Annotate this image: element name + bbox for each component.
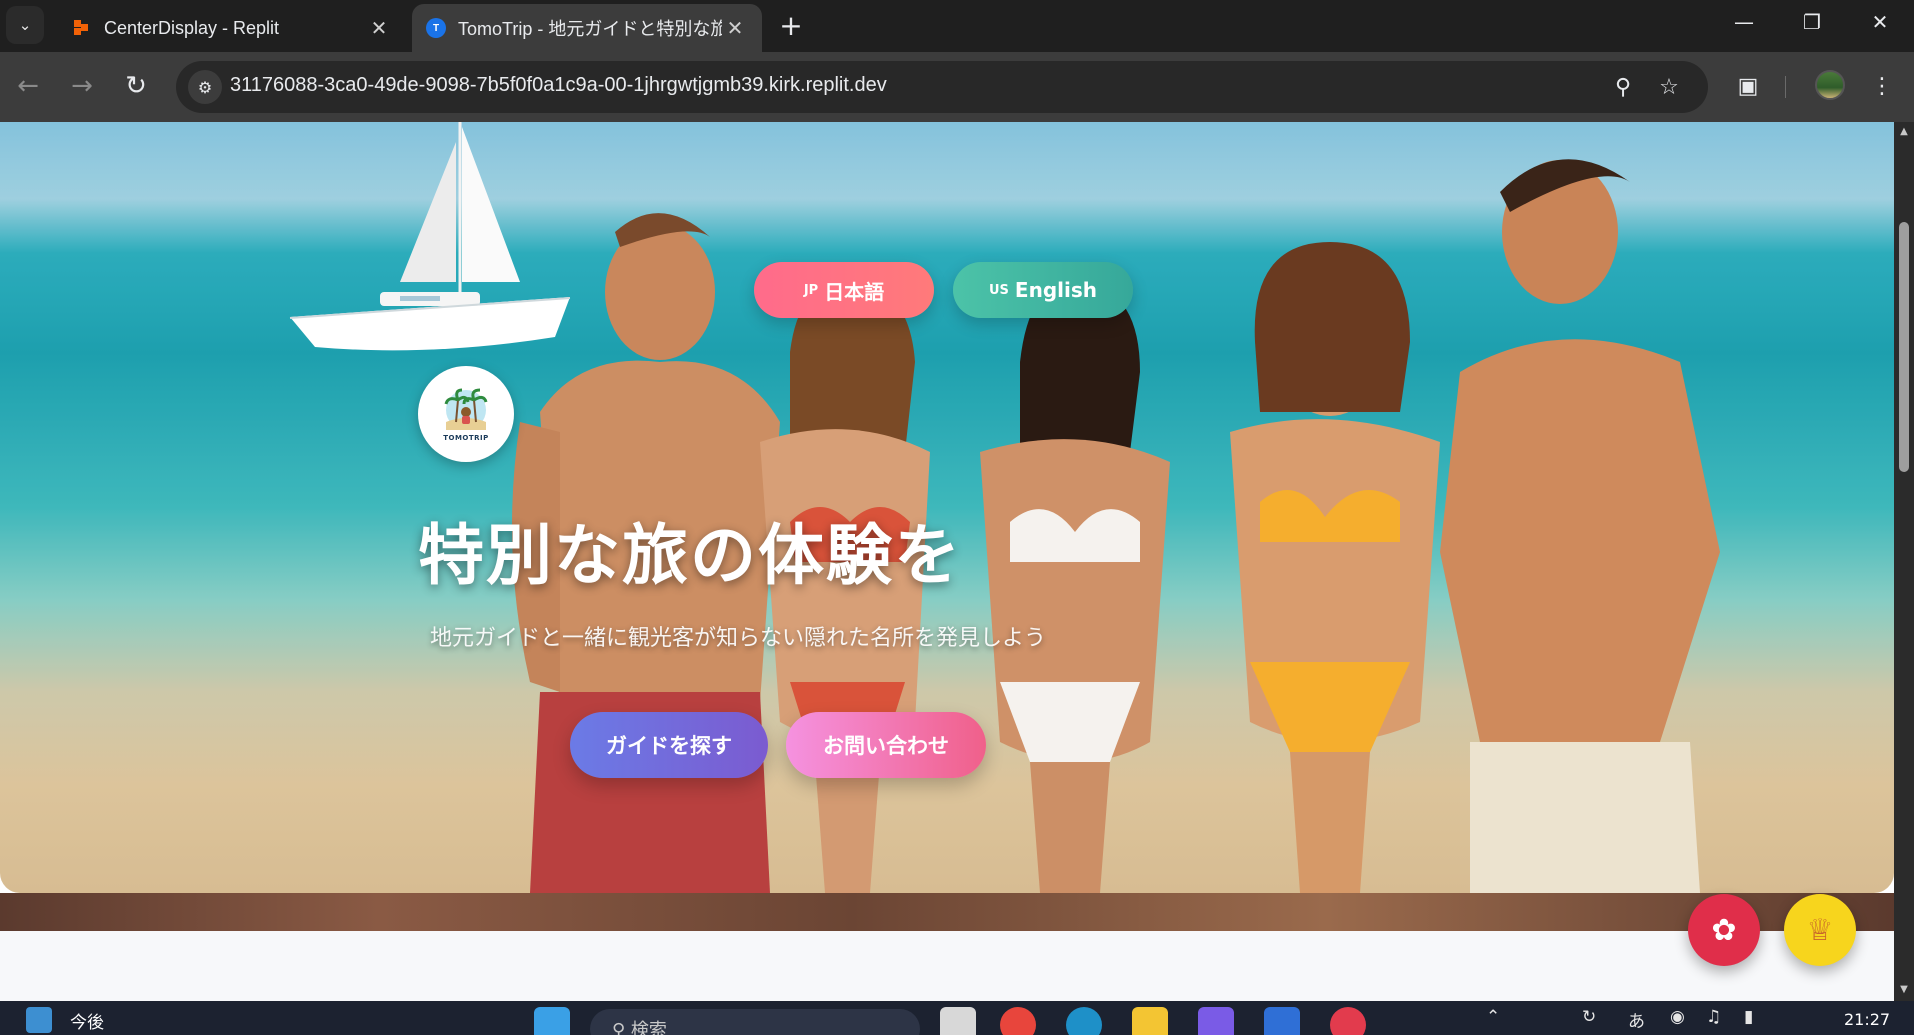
forward-button[interactable]: → — [62, 66, 102, 106]
page-content-start — [0, 931, 1894, 1001]
search-placeholder: 検索 — [630, 1020, 667, 1035]
widgets-button[interactable]: 今後 — [26, 1007, 104, 1033]
close-icon: ✕ — [1871, 10, 1889, 34]
pinned-app-icon[interactable] — [1330, 1007, 1366, 1035]
restore-button[interactable]: ❐ — [1778, 0, 1846, 44]
palm-tree-icon — [444, 388, 488, 430]
taskbar-clock[interactable]: 21:27 — [1844, 1010, 1890, 1029]
tray-chevron-icon[interactable]: ⌃ — [1486, 1007, 1500, 1027]
volume-icon[interactable]: ♫ — [1706, 1007, 1721, 1027]
tomotrip-logo[interactable]: TOMOTRIP — [418, 366, 514, 462]
site-info-icon[interactable]: ⚙ — [188, 70, 222, 104]
reload-button[interactable]: ↻ — [116, 66, 156, 106]
gear-icon: ✿ — [1711, 912, 1737, 948]
page-viewport: JP 日本語 US English TOMOTRIP 特別な旅の体験を 地元ガイ… — [0, 122, 1894, 1001]
language-japanese-button[interactable]: JP 日本語 — [754, 262, 934, 318]
widget-icon — [26, 1007, 52, 1033]
trophy-fab-button[interactable]: ♕ — [1784, 894, 1856, 966]
restore-icon: ❐ — [1803, 10, 1821, 34]
browser-tab-replit[interactable]: CenterDisplay - Replit ✕ — [56, 4, 406, 52]
new-tab-button[interactable]: + — [774, 8, 808, 42]
file-explorer-icon[interactable] — [1132, 1007, 1168, 1035]
browser-toolbar: ← → ↻ ⚙ 31176088-3ca0-49de-9098-7b5f0f0a… — [0, 52, 1914, 122]
vscode-icon[interactable] — [1264, 1007, 1300, 1035]
task-view-icon[interactable] — [940, 1007, 976, 1035]
browser-tab-tomotrip[interactable]: T TomoTrip - 地元ガイドと特別な旅 ✕ — [412, 4, 762, 52]
hero-image-strip — [0, 893, 1894, 931]
profile-avatar[interactable] — [1815, 70, 1845, 100]
trophy-icon: ♕ — [1806, 912, 1834, 948]
copilot-icon[interactable] — [1198, 1007, 1234, 1035]
scrollbar-thumb[interactable] — [1899, 222, 1909, 472]
close-tab-icon[interactable]: ✕ — [722, 16, 748, 41]
logo-text: TOMOTRIP — [443, 434, 489, 442]
arrow-right-icon: → — [71, 71, 93, 101]
hero-section: JP 日本語 US English TOMOTRIP 特別な旅の体験を 地元ガイ… — [0, 122, 1894, 893]
minimize-button[interactable]: — — [1710, 0, 1778, 44]
wifi-icon[interactable]: ◉ — [1670, 1007, 1685, 1027]
minimize-icon: — — [1734, 10, 1754, 34]
scroll-up-icon[interactable]: ▲ — [1898, 126, 1910, 138]
tab-title: CenterDisplay - Replit — [104, 17, 280, 38]
tab-search-button[interactable]: ⌄ — [6, 6, 44, 44]
close-window-button[interactable]: ✕ — [1846, 0, 1914, 44]
taskbar-search[interactable]: ⚲ 検索 — [590, 1009, 920, 1035]
us-flag-icon: US — [989, 282, 1009, 298]
windows-taskbar: 今後 ⚲ 検索 ⌃ ↻ あ ◉ ♫ ▮ 21:27 — [0, 1001, 1914, 1035]
reload-icon: ↻ — [125, 71, 147, 101]
chevron-down-icon: ⌄ — [18, 16, 32, 34]
bookmark-star-icon[interactable]: ☆ — [1652, 70, 1686, 104]
language-english-label: English — [1014, 278, 1097, 302]
find-guide-button[interactable]: ガイドを探す — [570, 712, 768, 778]
jp-flag-icon: JP — [803, 282, 819, 298]
battery-icon[interactable]: ▮ — [1744, 1007, 1753, 1027]
contact-button[interactable]: お問い合わせ — [786, 712, 986, 778]
ime-indicator[interactable]: あ — [1628, 1007, 1645, 1032]
zoom-icon[interactable]: ⚲ — [1606, 70, 1640, 104]
back-button[interactable]: ← — [8, 66, 48, 106]
plus-icon: + — [779, 8, 803, 42]
replit-icon — [72, 18, 92, 38]
tab-title: TomoTrip - 地元ガイドと特別な旅 — [458, 19, 722, 39]
settings-fab-button[interactable]: ✿ — [1688, 894, 1760, 966]
sync-icon[interactable]: ↻ — [1582, 1007, 1596, 1027]
scroll-down-icon[interactable]: ▼ — [1898, 984, 1910, 996]
extensions-icon[interactable]: ▣ — [1728, 66, 1768, 106]
toolbar-divider — [1785, 76, 1786, 98]
edge-icon[interactable] — [1066, 1007, 1102, 1035]
search-icon: ⚲ — [612, 1020, 626, 1035]
start-menu-icon[interactable] — [534, 1007, 570, 1035]
menu-kebab-icon[interactable]: ⋮ — [1862, 66, 1902, 106]
page-scrollbar[interactable]: ▲ ▼ — [1894, 122, 1914, 1001]
hero-subtitle: 地元ガイドと一緒に観光客が知らない隠れた名所を発見しよう — [430, 626, 1047, 651]
widget-text: 今後 — [70, 1012, 104, 1033]
close-tab-icon[interactable]: ✕ — [366, 16, 392, 41]
browser-tab-strip: ⌄ CenterDisplay - Replit ✕ T TomoTrip - … — [0, 0, 1914, 52]
tomotrip-icon: T — [426, 18, 446, 38]
language-japanese-label: 日本語 — [824, 279, 885, 304]
chrome-icon[interactable] — [1000, 1007, 1036, 1035]
url-text[interactable]: 31176088-3ca0-49de-9098-7b5f0f0a1c9a-00-… — [230, 74, 887, 97]
address-bar[interactable]: ⚙ 31176088-3ca0-49de-9098-7b5f0f0a1c9a-0… — [176, 61, 1708, 113]
arrow-left-icon: ← — [17, 71, 39, 101]
language-english-button[interactable]: US English — [953, 262, 1133, 318]
hero-title: 特別な旅の体験を — [418, 517, 962, 594]
